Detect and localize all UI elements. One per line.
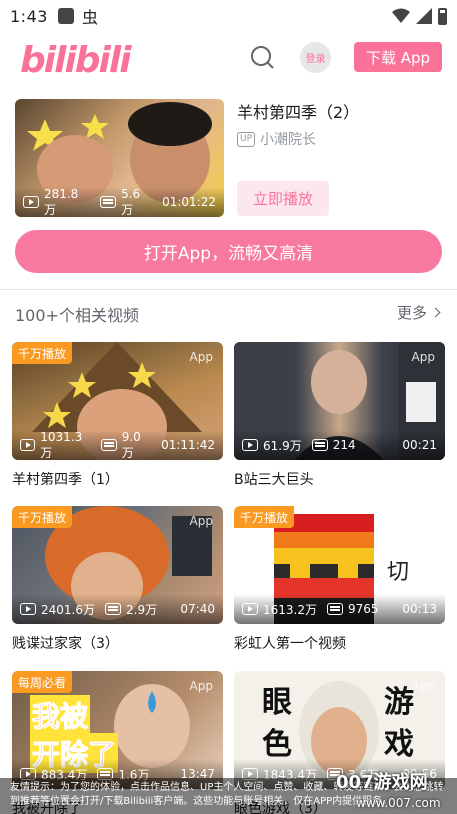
video-views: 1613.2万 (263, 602, 317, 617)
video-danmaku: 9765 (348, 602, 379, 616)
related-video-card[interactable]: 千万播放 App 切 1613.2万 9765 00:13 彩虹人第一个视频 (234, 506, 445, 653)
app-tag: App (189, 679, 213, 693)
danmaku-icon (105, 603, 121, 615)
play-count-icon (20, 439, 36, 451)
video-duration: 07:40 (180, 602, 215, 616)
danmaku-icon (327, 603, 343, 615)
wifi-icon (392, 8, 410, 23)
video-views: 2401.6万 (41, 602, 95, 617)
hero-danmaku: 5.6万 (121, 186, 141, 217)
hero-stats: 281.8万 5.6万 01:01:22 (15, 187, 224, 217)
thumbnail-overlay-text: 切 (387, 560, 410, 585)
related-section-title: 100+个相关视频 (15, 306, 139, 325)
battery-icon (438, 7, 447, 25)
app-tag: App (411, 350, 435, 364)
thumbnail-caption: 戏 (384, 727, 414, 762)
popularity-badge: 每周必看 (12, 671, 73, 693)
video-danmaku: 9.0万 (121, 429, 141, 460)
hero-duration: 01:01:22 (162, 195, 216, 209)
status-time: 1:43 (10, 6, 48, 26)
section-divider (0, 289, 457, 290)
hero-uploader[interactable]: UP 小潮院长 (237, 129, 316, 149)
thumbnail-caption: 色 (262, 727, 292, 762)
site-watermark-url: www.007.com (356, 796, 441, 810)
video-stats: 2401.6万 2.9万 07:40 (12, 594, 223, 624)
status-bar: 1:43 虫 (0, 0, 457, 32)
related-video-card[interactable]: 千万播放 App 2401.6万 2.9万 07:40 贱谍过家家（3） (12, 506, 223, 653)
thumbnail-caption: 眼 (262, 685, 292, 720)
popularity-badge: 千万播放 (12, 506, 73, 528)
site-watermark: 007游戏网 (336, 772, 428, 793)
app-tag: App (189, 514, 213, 528)
hero-title[interactable]: 羊村第四季（2） (237, 99, 359, 123)
video-duration: 00:21 (402, 438, 437, 452)
video-stats: 1031.3万 9.0万 01:11:42 (12, 430, 223, 460)
hero-video-thumbnail[interactable]: 281.8万 5.6万 01:01:22 (15, 99, 224, 217)
video-duration: 00:13 (402, 602, 437, 616)
video-stats: 61.9万 214 00:21 (234, 430, 445, 460)
video-thumbnail[interactable]: 每周必看 App 我被 开除了 883.4万 1.6万 13:47 (12, 671, 223, 789)
more-link[interactable]: 更多 (396, 302, 441, 323)
download-app-button[interactable]: 下载 App (354, 42, 442, 72)
video-thumbnail[interactable]: 千万播放 App 切 1613.2万 9765 00:13 (234, 506, 445, 624)
danmaku-icon (101, 439, 117, 451)
app-tag: App (411, 514, 435, 528)
popularity-badge: 千万播放 (12, 342, 73, 364)
uploader-name: 小潮院长 (260, 132, 317, 148)
video-stats: 1613.2万 9765 00:13 (234, 594, 445, 624)
related-video-card[interactable]: 千万播放 App 1031.3万 9.0万 01:11:42 羊村第四季（1） (12, 342, 223, 489)
video-danmaku: 214 (332, 438, 356, 452)
play-now-button[interactable]: 立即播放 (237, 181, 329, 216)
video-thumbnail[interactable]: 千万播放 App 2401.6万 2.9万 07:40 (12, 506, 223, 624)
bilibili-logo[interactable]: bilibili (20, 40, 132, 81)
chevron-right-icon (430, 307, 441, 318)
danmaku-icon (100, 196, 117, 208)
danmaku-icon (311, 439, 328, 451)
more-label: 更多 (396, 304, 427, 322)
video-title[interactable]: 彩虹人第一个视频 (234, 633, 445, 653)
video-duration: 01:11:42 (161, 438, 215, 452)
signal-icon (416, 8, 432, 24)
thumbnail-caption: 我被 (30, 695, 91, 735)
top-header: bilibili 登录 下载 App (0, 32, 457, 84)
search-icon[interactable] (249, 44, 275, 70)
related-video-card[interactable]: App 61.9万 214 00:21 B站三大巨头 (234, 342, 445, 489)
video-thumbnail[interactable]: 千万播放 App 1031.3万 9.0万 01:11:42 (12, 342, 223, 460)
up-icon: UP (237, 131, 256, 147)
video-thumbnail[interactable]: App 61.9万 214 00:21 (234, 342, 445, 460)
video-danmaku: 2.9万 (126, 602, 158, 617)
video-title[interactable]: 贱谍过家家（3） (12, 633, 223, 653)
open-app-button[interactable]: 打开App，流畅又高清 (15, 230, 442, 273)
play-count-icon (242, 439, 258, 451)
popularity-badge: 千万播放 (234, 506, 295, 528)
video-views: 61.9万 (263, 438, 302, 453)
play-count-icon (23, 196, 39, 208)
hero-views: 281.8万 (43, 186, 79, 217)
play-count-icon (20, 603, 36, 615)
bug-icon: 虫 (81, 8, 98, 27)
login-button[interactable]: 登录 (300, 42, 331, 73)
play-count-icon (242, 603, 258, 615)
thumbnail-caption: 游 (384, 685, 414, 720)
app-tag: App (189, 350, 213, 364)
video-title[interactable]: B站三大巨头 (234, 469, 445, 489)
video-views: 1031.3万 (40, 429, 83, 460)
notification-icon (57, 8, 74, 24)
video-title[interactable]: 羊村第四季（1） (12, 469, 223, 489)
app-tag: App (411, 679, 435, 693)
